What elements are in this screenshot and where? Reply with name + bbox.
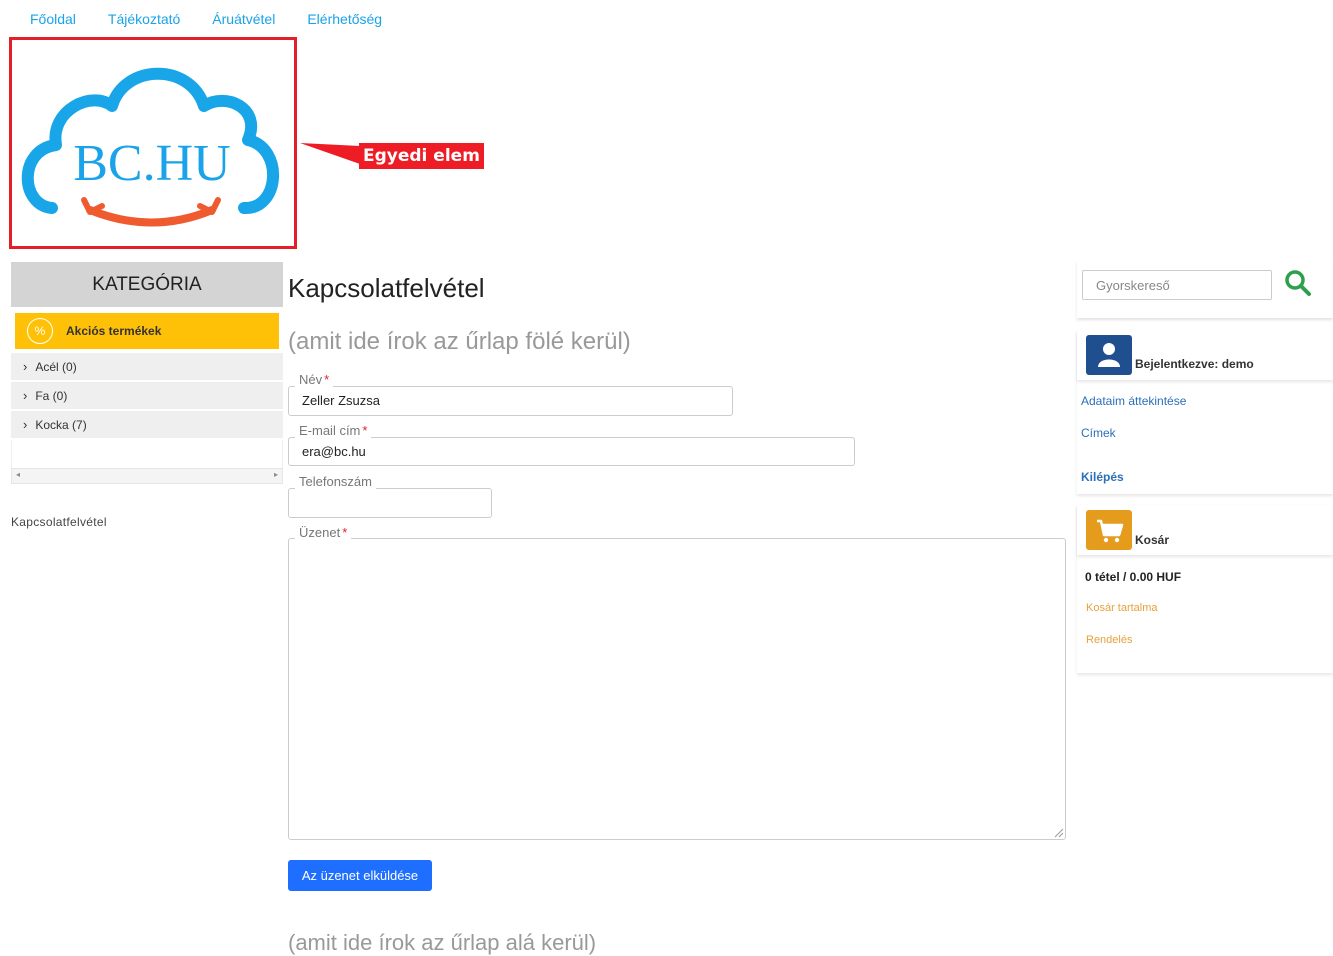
required-mark: * xyxy=(324,372,330,387)
user-icon xyxy=(1086,335,1132,375)
email-label: E-mail cím * xyxy=(295,423,372,438)
category-item-label: Acél (0) xyxy=(35,359,77,374)
account-overview-link[interactable]: Adataim áttekintése xyxy=(1081,394,1186,408)
cart-card-header: Kosár xyxy=(1077,505,1333,555)
phone-field[interactable] xyxy=(288,488,492,518)
percent-icon: % xyxy=(27,318,53,344)
required-mark: * xyxy=(342,525,348,540)
user-card: Bejelentkezve: demo Adataim áttekintése … xyxy=(1077,330,1333,494)
cart-summary: 0 tétel / 0.00 HUF xyxy=(1085,570,1182,584)
email-label-text: E-mail cím xyxy=(299,423,361,438)
user-login-status: Bejelentkezve: demo xyxy=(1135,357,1254,371)
category-panel: KATEGÓRIA % Akciós termékek › Acél (0) ›… xyxy=(11,262,283,484)
category-promo-item[interactable]: % Akciós termékek xyxy=(15,313,279,349)
category-item-steel[interactable]: › Acél (0) xyxy=(11,353,283,382)
addresses-link[interactable]: Címek xyxy=(1081,426,1116,440)
breadcrumb[interactable]: Kapcsolatfelvétel xyxy=(11,515,107,529)
page-title: Kapcsolatfelvétel xyxy=(288,273,485,303)
cart-title: Kosár xyxy=(1135,533,1170,547)
cart-card: Kosár 0 tétel / 0.00 HUF Kosár tartalma … xyxy=(1077,505,1333,673)
logo-highlight-frame: BC.HU xyxy=(9,37,297,249)
search-card xyxy=(1077,260,1333,318)
scroll-right-icon[interactable]: ▸ xyxy=(274,470,278,479)
nav-link-pickup[interactable]: Áruátvétel xyxy=(212,11,275,27)
scroll-left-icon[interactable]: ◂ xyxy=(16,470,20,479)
message-label-text: Üzenet xyxy=(299,525,341,540)
email-field[interactable] xyxy=(288,437,855,466)
checkout-link[interactable]: Rendelés xyxy=(1086,634,1132,646)
category-item-label: Kocka (7) xyxy=(35,417,87,432)
name-label-text: Név xyxy=(299,372,323,387)
submit-button[interactable]: Az üzenet elküldése xyxy=(288,860,432,891)
search-input[interactable] xyxy=(1082,270,1272,300)
logout-link[interactable]: Kilépés xyxy=(1081,470,1124,484)
callout-label: Egyedi elem xyxy=(359,143,484,169)
cart-icon xyxy=(1086,510,1132,550)
category-header: KATEGÓRIA xyxy=(11,262,283,307)
category-item-label: Fa (0) xyxy=(35,388,68,403)
required-mark: * xyxy=(362,423,368,438)
cart-contents-link[interactable]: Kosár tartalma xyxy=(1086,602,1158,614)
logo-text: BC.HU xyxy=(73,135,230,192)
logo[interactable]: BC.HU xyxy=(12,40,294,246)
form-intro-text: (amit ide írok az űrlap fölé kerül) xyxy=(288,328,631,355)
chevron-right-icon: › xyxy=(23,388,28,403)
email-value: era@bc.hu xyxy=(302,444,366,459)
message-textarea[interactable] xyxy=(288,538,1066,840)
user-card-header: Bejelentkezve: demo xyxy=(1077,330,1333,380)
chevron-right-icon: › xyxy=(23,417,28,432)
phone-label: Telefonszám xyxy=(295,475,376,489)
category-scrollbar[interactable]: ◂ ▸ xyxy=(11,468,283,484)
resize-grip-icon[interactable] xyxy=(1054,828,1064,838)
nav-link-home[interactable]: Főoldal xyxy=(30,11,76,27)
name-label: Név * xyxy=(295,372,334,387)
message-label: Üzenet * xyxy=(295,525,352,540)
search-icon[interactable] xyxy=(1283,268,1313,298)
chevron-right-icon: › xyxy=(23,359,28,374)
form-outro-text: (amit ide írok az űrlap alá kerül) xyxy=(288,930,597,955)
callout-pointer xyxy=(300,143,360,164)
nav-link-contact[interactable]: Elérhetőség xyxy=(307,11,382,27)
category-item-cube[interactable]: › Kocka (7) xyxy=(11,411,283,440)
category-spacer xyxy=(11,440,283,468)
promo-label: Akciós termékek xyxy=(66,324,162,338)
category-item-wood[interactable]: › Fa (0) xyxy=(11,382,283,411)
top-nav: Főoldal Tájékoztató Áruátvétel Elérhetős… xyxy=(30,11,382,27)
name-value: Zeller Zsuzsa xyxy=(302,393,381,408)
nav-link-info[interactable]: Tájékoztató xyxy=(108,11,180,27)
